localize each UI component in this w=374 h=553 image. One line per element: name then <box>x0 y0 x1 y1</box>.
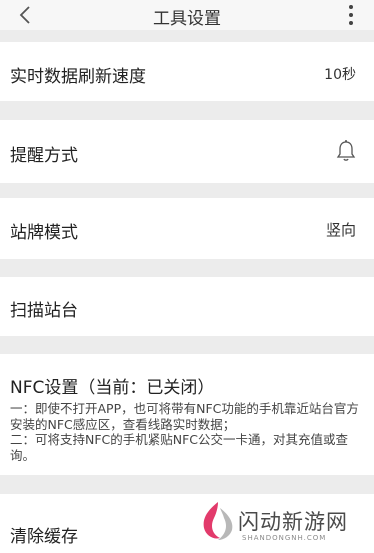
setting-label: 提醒方式 <box>10 146 78 166</box>
setting-nfc[interactable]: NFC设置（当前：已关闭） 一：即使不打开APP，也可将带有NFC功能的手机靠近… <box>0 354 374 475</box>
watermark-subtext: SHANDONGNH.COM <box>242 534 327 542</box>
more-dot <box>349 5 353 9</box>
setting-scan[interactable]: 扫描站台 <box>0 277 374 336</box>
setting-label: 站牌模式 <box>10 223 78 243</box>
nfc-description: 一：即使不打开APP，也可将带有NFC功能的手机靠近站台官方安装的NFC感应区，… <box>10 401 359 432</box>
page-title: 工具设置 <box>153 9 221 29</box>
setting-label: 清除缓存 <box>10 527 78 547</box>
more-options-button[interactable] <box>346 3 356 27</box>
more-dot <box>349 21 353 25</box>
setting-value: 竖向 <box>325 221 356 239</box>
bell-icon <box>336 140 356 161</box>
setting-reminder[interactable]: 提醒方式 <box>0 120 374 183</box>
watermark-text: 闪动新游网 <box>238 510 348 534</box>
setting-label: NFC设置（当前：已关闭） <box>10 378 215 398</box>
setting-stop-board[interactable]: 站牌模式 竖向 <box>0 198 374 259</box>
watermark: 闪动新游网 SHANDONGNH.COM <box>198 498 374 550</box>
setting-refresh-speed[interactable]: 实时数据刷新速度 10秒 <box>0 42 374 101</box>
more-dot <box>349 13 353 17</box>
setting-label: 实时数据刷新速度 <box>10 67 146 87</box>
nfc-description: 二：可将支持NFC的手机紧贴NFC公交一卡通，对其充值或查询。 <box>10 432 349 463</box>
setting-value: 10秒 <box>324 67 356 83</box>
top-bar: 工具设置 <box>0 0 374 30</box>
watermark-logo-icon <box>203 502 233 540</box>
setting-label: 扫描站台 <box>10 301 78 321</box>
